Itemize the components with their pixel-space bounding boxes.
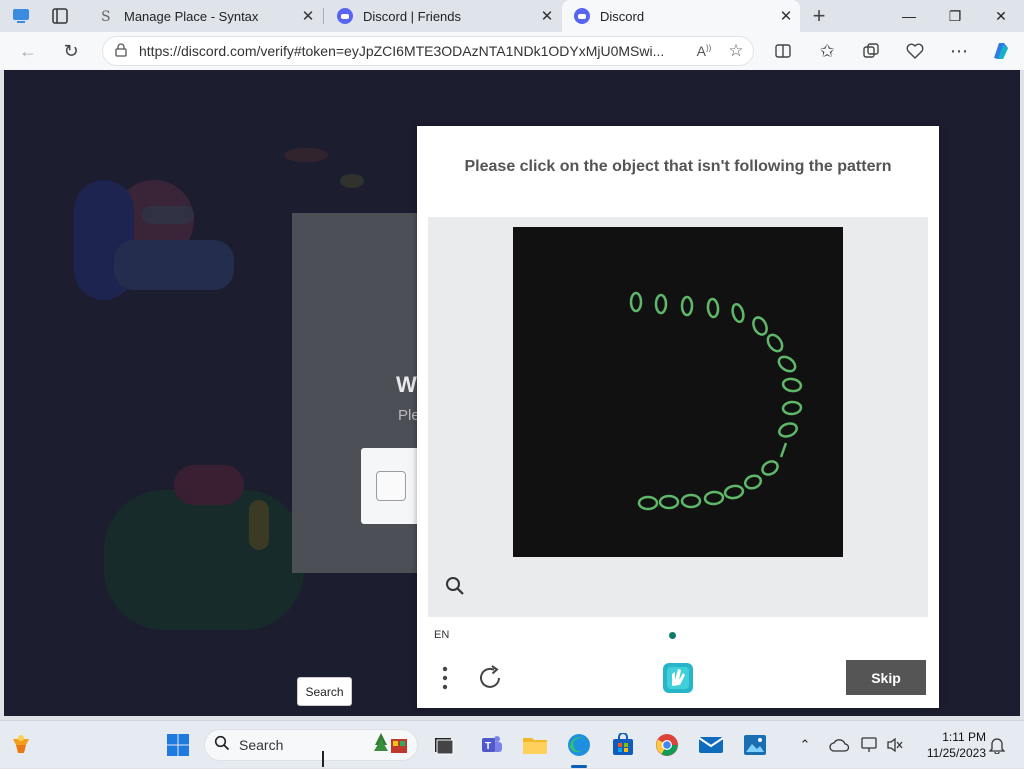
svg-text:T: T <box>485 741 491 752</box>
read-aloud-icon[interactable]: A)) <box>689 43 719 59</box>
collections-icon[interactable] <box>856 36 886 66</box>
mail-icon[interactable] <box>695 729 727 761</box>
photos-icon[interactable] <box>739 729 771 761</box>
tab-discord-friends[interactable]: Discord | Friends ✕ <box>325 0 561 32</box>
close-window-button[interactable]: ✕ <box>978 0 1024 32</box>
odd-object[interactable] <box>779 442 788 458</box>
captcha-checkbox[interactable] <box>376 471 406 501</box>
pattern-ring[interactable] <box>743 474 763 491</box>
volume-muted-icon[interactable] <box>884 721 906 769</box>
search-tooltip: Search <box>297 677 352 706</box>
search-highlight-icon <box>371 731 411 760</box>
start-button[interactable] <box>162 729 194 761</box>
challenge-area <box>428 217 928 617</box>
notifications-bell-icon[interactable] <box>986 721 1008 769</box>
pattern-ring[interactable] <box>776 354 798 374</box>
pattern-ring[interactable] <box>723 484 745 500</box>
mouse-cursor-icon <box>322 751 324 767</box>
favorites-icon[interactable]: ✩ <box>812 36 842 66</box>
captcha-prompt: Please click on the object that isn't fo… <box>464 158 892 175</box>
teams-icon[interactable]: T <box>476 729 508 761</box>
close-tab-icon[interactable]: ✕ <box>533 7 561 25</box>
pattern-ring[interactable] <box>731 302 745 324</box>
svg-text:S: S <box>101 9 111 24</box>
edge-browser-icon[interactable] <box>563 729 595 761</box>
back-button[interactable]: ← <box>13 36 43 66</box>
tab-divider <box>323 8 324 24</box>
browser-toolbar: ← ↻ https://discord.com/verify#token=eyJ… <box>0 32 1024 70</box>
browser-essentials-icon[interactable] <box>900 36 930 66</box>
pattern-ring[interactable] <box>637 495 659 511</box>
onedrive-icon[interactable] <box>826 721 852 769</box>
search-icon <box>205 735 239 755</box>
tab-title: Discord | Friends <box>363 8 462 24</box>
tab-manage-place[interactable]: S Manage Place - Syntax ✕ <box>86 0 322 32</box>
tab-title: Manage Place - Syntax <box>124 8 259 24</box>
pattern-ring[interactable] <box>658 494 680 510</box>
close-tab-icon[interactable]: ✕ <box>294 7 322 25</box>
refresh-button[interactable]: ↻ <box>56 36 86 66</box>
pattern-ring[interactable] <box>680 493 702 509</box>
copilot-icon[interactable] <box>986 36 1016 66</box>
tab-title: Discord <box>600 8 645 24</box>
hcaptcha-logo-icon[interactable] <box>660 660 696 696</box>
refresh-challenge-icon[interactable] <box>475 663 505 693</box>
microsoft-store-icon[interactable] <box>607 729 639 761</box>
pattern-ring[interactable] <box>781 400 803 416</box>
url-text: https://discord.com/verify#token=eyJpZCI… <box>139 43 665 59</box>
pattern-ring[interactable] <box>703 490 725 506</box>
pattern-ring[interactable] <box>654 293 668 315</box>
verify-heading: W <box>396 372 417 397</box>
restore-button[interactable]: ❐ <box>932 0 978 32</box>
pattern-ring[interactable] <box>629 291 643 313</box>
clock-date: 11/25/2023 <box>926 746 986 760</box>
task-view-icon[interactable] <box>428 729 460 761</box>
favorite-star-icon[interactable]: ☆ <box>719 41 753 61</box>
file-explorer-icon[interactable] <box>519 729 551 761</box>
pattern-ring[interactable] <box>751 315 769 336</box>
discord-icon <box>337 8 353 24</box>
taskbar-search-box[interactable]: Search <box>204 729 418 761</box>
pattern-ring[interactable] <box>706 297 720 319</box>
tab-discord[interactable]: Discord ✕ <box>562 0 800 32</box>
more-menu-icon[interactable]: ⋯ <box>944 36 974 66</box>
pattern-ring[interactable] <box>765 332 785 354</box>
edge-workspaces-icon[interactable] <box>6 1 36 31</box>
taskbar: Search T ⌃ 1:11 PM 11/25/2023 <box>0 720 1024 768</box>
progress-dot <box>669 632 676 639</box>
pattern-ring[interactable] <box>781 377 803 393</box>
pattern-ring[interactable] <box>777 421 798 438</box>
tab-strip: S Manage Place - Syntax ✕ Discord | Frie… <box>0 0 1024 32</box>
syntax-s-icon: S <box>98 8 114 25</box>
widgets-icon[interactable] <box>5 729 37 761</box>
pattern-ring[interactable] <box>760 459 780 477</box>
minimize-button[interactable]: — <box>886 0 932 32</box>
challenge-image[interactable] <box>513 227 843 557</box>
tab-actions-icon[interactable] <box>45 1 75 31</box>
split-screen-icon[interactable] <box>768 36 798 66</box>
display-icon[interactable] <box>858 721 882 769</box>
ring-pattern[interactable] <box>513 227 843 557</box>
lock-icon[interactable] <box>103 42 139 60</box>
zoom-icon[interactable] <box>444 575 468 599</box>
skip-button[interactable]: Skip <box>846 660 926 695</box>
close-tab-icon[interactable]: ✕ <box>772 7 800 25</box>
new-tab-button[interactable]: + <box>804 1 834 31</box>
language-selector[interactable]: EN <box>434 629 449 641</box>
system-clock[interactable]: 1:11 PM 11/25/2023 <box>912 729 986 761</box>
captcha-dialog: Please click on the object that isn't fo… <box>417 126 939 708</box>
discord-icon <box>574 8 590 24</box>
more-options-icon[interactable] <box>435 663 455 693</box>
clock-time: 1:11 PM <box>942 730 986 744</box>
show-hidden-icons-icon[interactable]: ⌃ <box>794 721 816 769</box>
address-bar[interactable]: https://discord.com/verify#token=eyJpZCI… <box>102 36 754 66</box>
search-placeholder: Search <box>239 737 284 753</box>
pattern-ring[interactable] <box>680 295 694 317</box>
chrome-icon[interactable] <box>651 729 683 761</box>
